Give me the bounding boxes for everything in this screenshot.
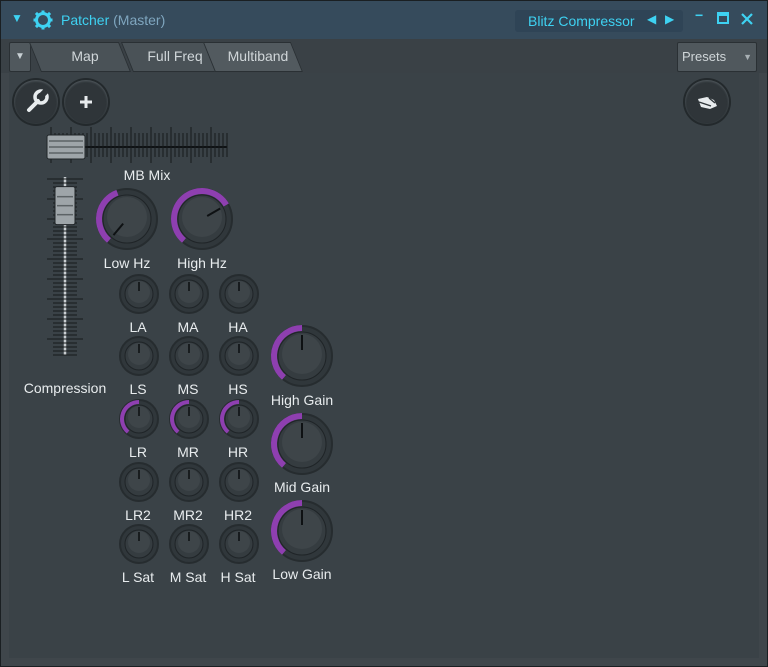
knob-label-high-gain: High Gain [270,392,334,408]
knob-ms[interactable] [167,334,211,378]
tab-map[interactable]: Map [28,42,132,72]
knob-lr[interactable] [117,397,161,441]
mb-mix-label: MB Mix [123,167,171,183]
compression-slider[interactable] [45,173,85,359]
prev-plugin-icon[interactable]: ◀ [647,12,656,26]
presets-dropdown[interactable]: Presets ▼ [677,42,757,72]
knob-ma[interactable] [167,272,211,316]
options-dropdown-button[interactable]: ▼ [9,42,31,72]
window-title: Patcher (Master) [61,12,165,28]
knob-mid-gain[interactable] [269,411,335,477]
gear-icon[interactable] [33,10,53,30]
wrench-button[interactable] [14,80,58,124]
plugin-name: Blitz Compressor [528,13,635,29]
knob-label-hr2: HR2 [223,507,252,523]
knob-mr[interactable] [167,397,211,441]
mb-mix-slider[interactable] [45,125,231,165]
knob-label-low-hz: Low Hz [103,255,151,271]
add-button[interactable] [64,80,108,124]
knob-lr2[interactable] [117,460,161,504]
minimize-icon[interactable]: − [695,7,703,23]
knob-label-high-hz: High Hz [177,255,227,271]
tab-multiband[interactable]: Multiband [202,42,303,72]
presets-arrow-icon: ▼ [743,52,752,62]
knob-h-sat[interactable] [217,522,261,566]
knob-low-hz[interactable] [94,186,160,252]
knob-mr2[interactable] [167,460,211,504]
patcher-window: ▼ Patcher (Master) Blitz Compressor ◀ ▶ … [0,0,768,667]
knob-ha[interactable] [217,272,261,316]
knob-label-mid-gain: Mid Gain [273,479,331,495]
window-subtitle: (Master) [113,12,166,28]
tab-map-label: Map [71,48,99,64]
tab-multiband-label: Multiband [227,48,289,64]
knob-la[interactable] [117,272,161,316]
next-plugin-icon[interactable]: ▶ [665,12,674,26]
close-icon[interactable] [741,12,753,28]
knob-label-hr: HR [227,444,249,460]
knob-hs[interactable] [217,334,261,378]
knob-ls[interactable] [117,334,161,378]
maximize-icon[interactable] [717,11,729,27]
knob-low-gain[interactable] [269,498,335,564]
plugin-selector[interactable]: Blitz Compressor ◀ ▶ [515,10,683,32]
window-menu-arrow-icon[interactable]: ▼ [11,11,23,25]
knob-label-low-gain: Low Gain [272,566,332,582]
tab-full-freq-label: Full Freq [147,48,203,64]
hand-button[interactable] [685,80,729,124]
knob-high-hz[interactable] [169,186,235,252]
knob-l-sat[interactable] [117,522,161,566]
knob-hr2[interactable] [217,460,261,504]
wrench-icon [27,88,49,112]
knob-label-ha: HA [228,319,248,335]
plus-icon [80,96,92,108]
knob-hr[interactable] [217,397,261,441]
knob-high-gain[interactable] [269,323,335,389]
presets-label: Presets [682,49,727,64]
hand-icon [698,97,717,109]
knob-m-sat[interactable] [167,522,211,566]
window-title-text: Patcher [61,12,110,28]
title-bar: ▼ Patcher (Master) Blitz Compressor ◀ ▶ … [1,1,767,39]
